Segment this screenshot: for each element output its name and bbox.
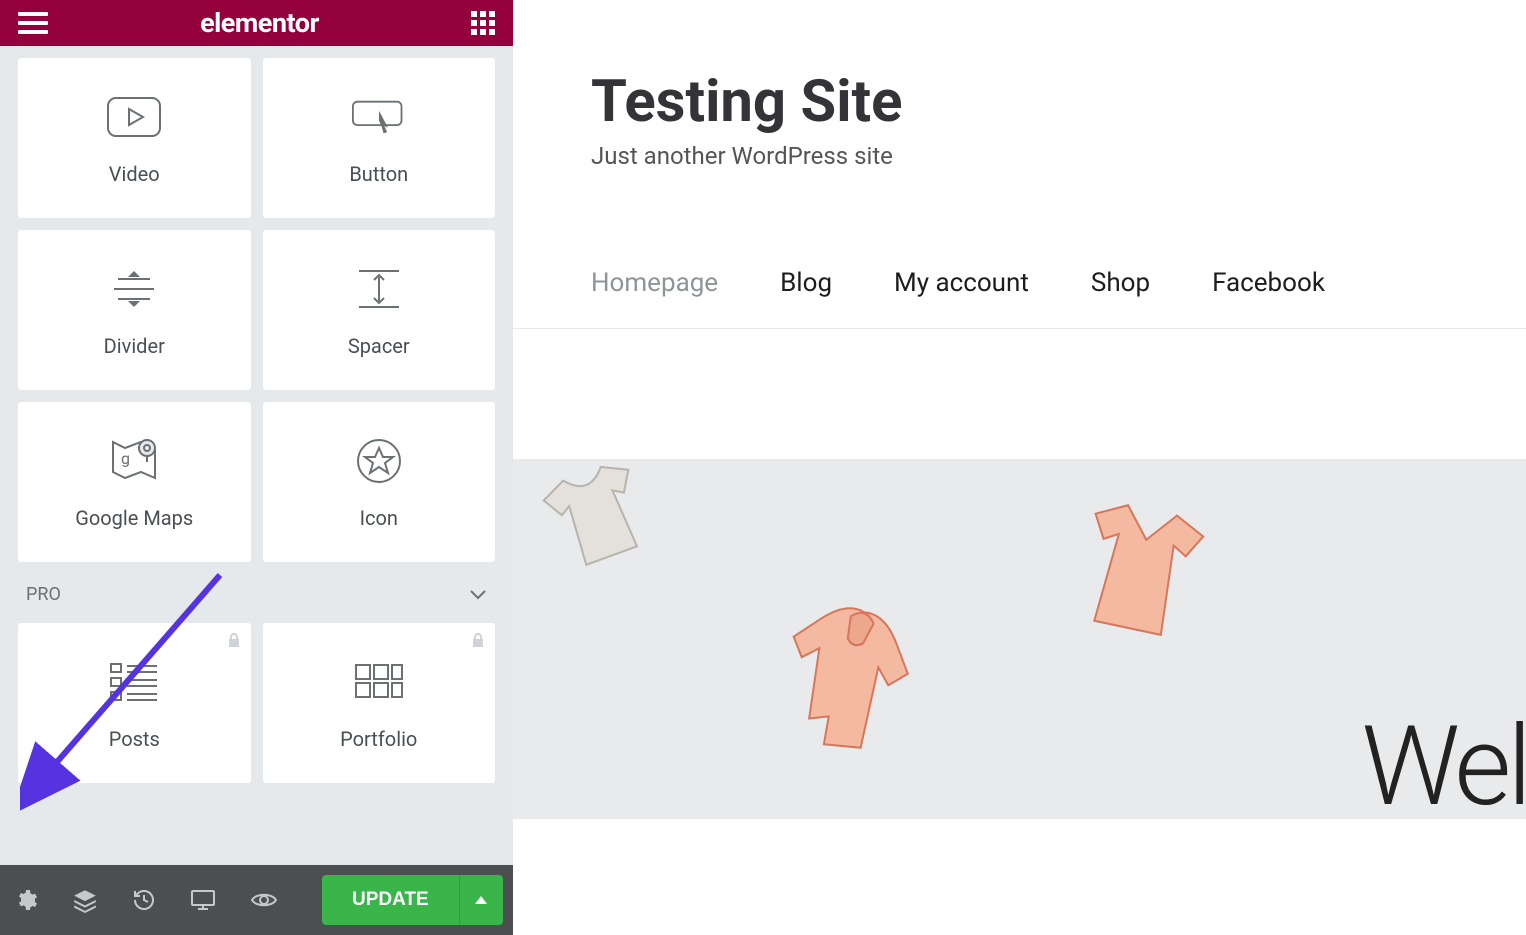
widget-label: Divider: [104, 334, 165, 358]
panel-header: elementor: [0, 0, 513, 46]
widgets-scroll-area[interactable]: Video Button Divider Spacer: [0, 46, 513, 865]
settings-icon[interactable]: [14, 881, 38, 919]
hero-image-shirt-grey: [518, 459, 678, 592]
hero-image-vneck: [1045, 484, 1233, 664]
history-icon[interactable]: [132, 881, 156, 919]
widget-label: Portfolio: [340, 727, 417, 751]
site-tagline: Just another WordPress site: [591, 142, 1526, 170]
lock-icon: [225, 631, 243, 653]
svg-text:g: g: [121, 449, 130, 468]
widget-video[interactable]: Video: [18, 58, 251, 218]
lock-icon: [469, 631, 487, 653]
update-toggle-button[interactable]: [459, 875, 503, 925]
widgets-grid: Video Button Divider Spacer: [18, 58, 495, 562]
hero-strip: Wel: [513, 459, 1526, 819]
nav-my-account[interactable]: My account: [894, 268, 1029, 298]
nav-homepage[interactable]: Homepage: [591, 268, 718, 298]
pro-widgets-grid: Posts Portfolio: [18, 623, 495, 783]
button-icon: [352, 90, 406, 144]
widget-label: Spacer: [348, 334, 410, 358]
pro-section-header[interactable]: PRO: [18, 562, 495, 623]
spacer-icon: [352, 262, 406, 316]
widget-label: Google Maps: [75, 506, 193, 530]
nav-divider: [513, 328, 1526, 329]
nav-facebook[interactable]: Facebook: [1212, 268, 1325, 298]
navigator-icon[interactable]: [72, 881, 98, 919]
maps-icon: g: [107, 434, 161, 488]
widget-spacer[interactable]: Spacer: [263, 230, 496, 390]
elementor-logo: elementor: [200, 7, 319, 39]
elementor-panel: elementor Video Button Divider: [0, 0, 513, 935]
site-nav: Homepage Blog My account Shop Facebook: [591, 268, 1526, 298]
widget-google-maps[interactable]: g Google Maps: [18, 402, 251, 562]
widget-divider[interactable]: Divider: [18, 230, 251, 390]
posts-icon: [107, 655, 161, 709]
hero-image-hoodie: [742, 578, 944, 780]
responsive-icon[interactable]: [190, 881, 216, 919]
nav-shop[interactable]: Shop: [1091, 268, 1150, 298]
widget-button[interactable]: Button: [263, 58, 496, 218]
widget-label: Posts: [109, 727, 160, 751]
grid-toggle-icon[interactable]: [471, 11, 495, 35]
divider-icon: [107, 262, 161, 316]
star-icon: [352, 434, 406, 488]
hero-heading-partial: Wel: [1361, 702, 1526, 819]
widget-icon[interactable]: Icon: [263, 402, 496, 562]
video-icon: [107, 90, 161, 144]
widget-label: Icon: [360, 506, 398, 530]
pro-section-label: PRO: [26, 584, 61, 605]
portfolio-icon: [352, 655, 406, 709]
chevron-down-icon: [469, 584, 487, 605]
widget-portfolio[interactable]: Portfolio: [263, 623, 496, 783]
widget-posts[interactable]: Posts: [18, 623, 251, 783]
widget-label: Button: [349, 162, 408, 186]
nav-blog[interactable]: Blog: [780, 268, 832, 298]
preview-icon[interactable]: [250, 881, 278, 919]
hamburger-menu-icon[interactable]: [18, 12, 48, 34]
preview-area: Testing Site Just another WordPress site…: [513, 0, 1526, 935]
panel-footer: UPDATE: [0, 865, 513, 935]
widget-label: Video: [109, 162, 160, 186]
site-title: Testing Site: [591, 0, 1526, 136]
update-button[interactable]: UPDATE: [322, 875, 459, 925]
